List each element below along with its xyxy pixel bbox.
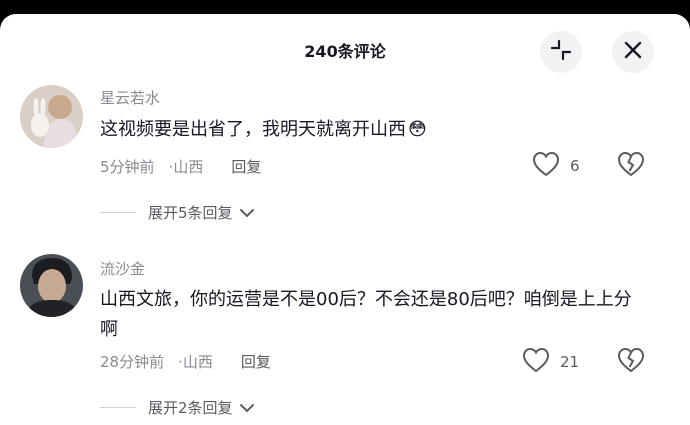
dislike-button[interactable] xyxy=(617,347,645,377)
flushed-face-emoji: 😳 xyxy=(408,119,427,140)
comment-location: 山西 xyxy=(182,353,213,371)
expand-replies-button[interactable]: 展开5条回复 xyxy=(100,202,255,223)
avatar[interactable] xyxy=(20,254,83,317)
avatar[interactable] xyxy=(20,85,83,148)
chevron-down-icon xyxy=(239,399,255,417)
expand-replies-label: 展开5条回复 xyxy=(148,204,233,222)
heart-icon xyxy=(522,347,550,377)
like-count: 6 xyxy=(570,157,580,175)
broken-heart-icon xyxy=(617,151,645,181)
collapse-button[interactable] xyxy=(540,31,582,73)
expand-replies-label: 展开2条回复 xyxy=(148,399,233,417)
chevron-down-icon xyxy=(239,204,255,222)
broken-heart-icon xyxy=(617,347,645,377)
comment-username[interactable]: 星云若水 xyxy=(100,87,160,108)
divider-line xyxy=(100,407,136,408)
comment-time: 5分钟前 xyxy=(100,158,155,176)
close-button[interactable] xyxy=(612,31,654,73)
like-button[interactable]: 21 xyxy=(522,347,579,377)
comment-text: 这视频要是出省了，我明天就离开山西 😳 xyxy=(100,115,645,145)
comments-sheet: 240条评论 星云若水 这视频要是出省了，我明天就离开山西 😳 5分钟前 ·山西… xyxy=(0,14,690,425)
comments-header: 240条评论 xyxy=(0,14,690,80)
comment-meta: 28分钟前 ·山西 回复 xyxy=(100,351,271,372)
dislike-button[interactable] xyxy=(617,151,645,181)
heart-icon xyxy=(532,151,560,181)
comment-time: 28分钟前 xyxy=(100,353,165,371)
comment-meta: 5分钟前 ·山西 回复 xyxy=(100,156,261,177)
expand-replies-button[interactable]: 展开2条回复 xyxy=(100,397,255,418)
divider-line xyxy=(100,212,136,213)
close-icon xyxy=(623,40,643,64)
comment-location: 山西 xyxy=(173,158,204,176)
reply-button[interactable]: 回复 xyxy=(241,353,271,371)
comment-count-title: 240条评论 xyxy=(304,42,386,61)
comment-username[interactable]: 流沙金 xyxy=(100,258,145,279)
comment-text: 山西文旅，你的运营是不是00后？不会还是80后吧？咱倒是上上分啊 xyxy=(100,289,632,340)
like-button[interactable]: 6 xyxy=(532,151,580,181)
comment-text-body: 这视频要是出省了，我明天就离开山西 xyxy=(100,119,406,140)
collapse-arrows-icon xyxy=(550,39,572,65)
like-count: 21 xyxy=(560,353,580,371)
reply-button[interactable]: 回复 xyxy=(231,158,261,176)
